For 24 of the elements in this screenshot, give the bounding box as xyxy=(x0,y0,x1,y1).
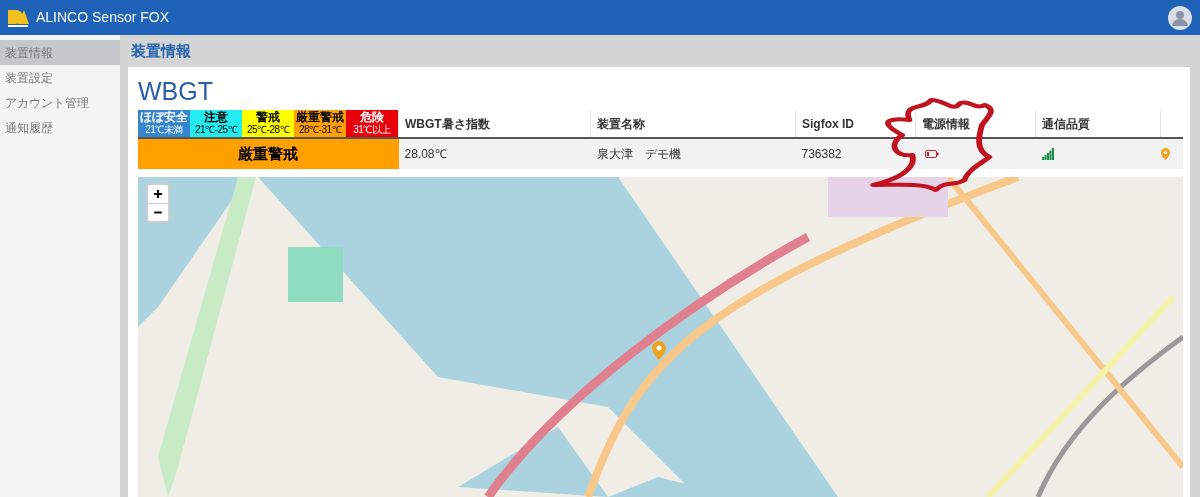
sidebar-item[interactable]: 通知履歴 xyxy=(0,115,120,140)
logo-icon xyxy=(6,7,30,28)
column-header: WBGT暑さ指数 xyxy=(398,110,591,138)
column-header: 装置名称 xyxy=(590,110,796,138)
column-header: 電源情報 xyxy=(915,110,1036,138)
sidebar-item[interactable]: アカウント管理 xyxy=(0,90,120,115)
page-title: 装置情報 xyxy=(130,40,192,61)
level-legend-item: ほぼ安全 21℃未満 xyxy=(138,110,190,137)
app-title: ALINCO Sensor FOX xyxy=(36,8,170,27)
card-title: WBGT xyxy=(138,76,214,107)
table-cell: 28.08℃ xyxy=(398,138,591,169)
current-level-cell: 厳重警戒 xyxy=(138,138,399,169)
table-cell: 泉大津 デモ機 xyxy=(590,138,796,169)
column-header: 通信品質 xyxy=(1035,110,1161,138)
level-legend-item: 注意 21℃-25℃ xyxy=(190,110,242,137)
level-legend-item: 警戒 25℃-28℃ xyxy=(242,110,294,137)
signal-strength-icon xyxy=(1041,148,1054,160)
column-header: Sigfox ID xyxy=(795,110,916,138)
sidebar-item[interactable]: 装置情報 xyxy=(0,40,120,65)
user-avatar-icon[interactable] xyxy=(1168,5,1192,30)
table-cell: 736382 xyxy=(795,138,916,169)
level-legend-item: 危険 31℃以上 xyxy=(346,110,398,137)
level-legend-item: 厳重警戒 28℃-31℃ xyxy=(294,110,346,137)
sidebar-item[interactable]: 装置設定 xyxy=(0,65,120,90)
